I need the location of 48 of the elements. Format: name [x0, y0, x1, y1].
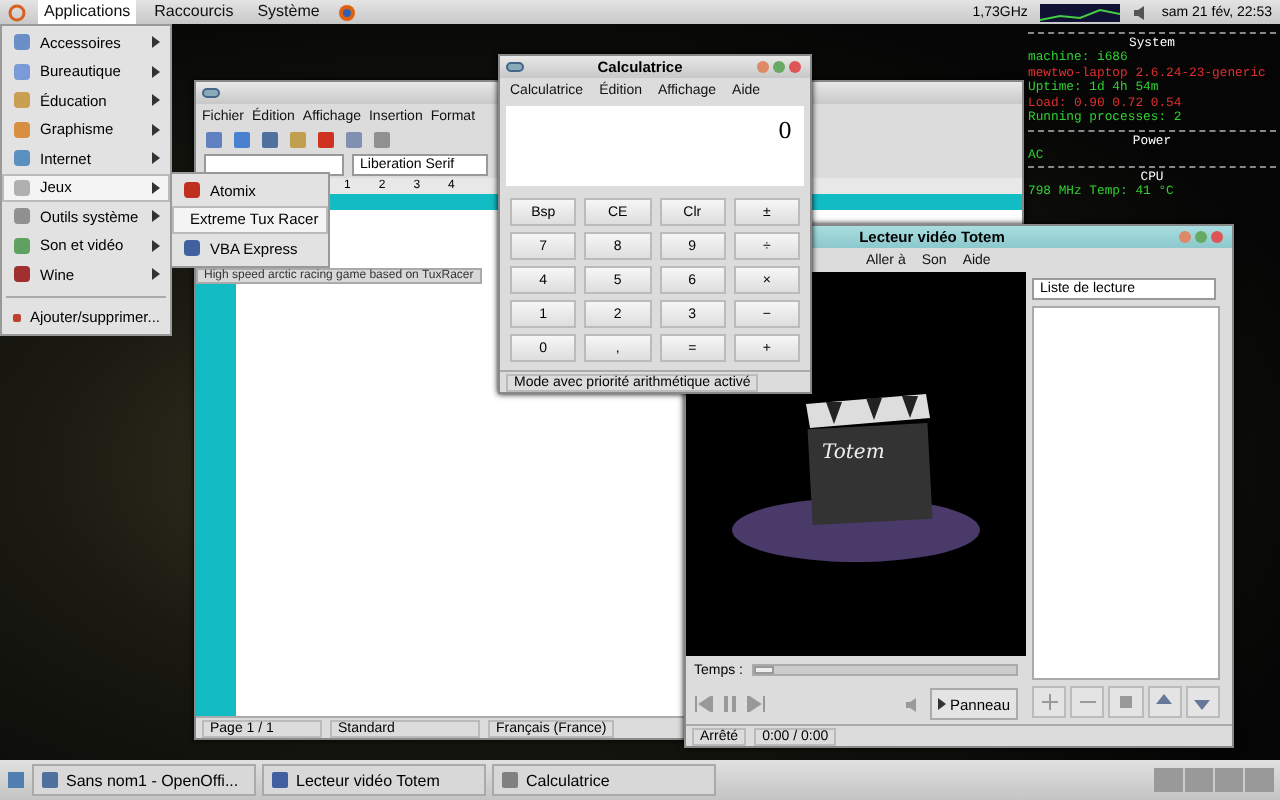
panel-menu[interactable]: Raccourcis — [148, 0, 240, 24]
app-icon — [12, 90, 32, 111]
caret-icon — [152, 239, 160, 252]
caret-icon — [152, 36, 160, 49]
app-icon — [12, 148, 32, 169]
seek-slider[interactable] — [753, 666, 775, 674]
window-menu-icon — [506, 62, 524, 72]
browser-icon[interactable] — [337, 3, 356, 21]
graph-icon — [1039, 3, 1120, 21]
window-controls-icon — [1178, 230, 1226, 244]
taskbar-button[interactable]: Calculatrice — [492, 764, 716, 796]
caret-icon — [152, 65, 160, 78]
caret-icon — [937, 698, 946, 710]
down-arrow-icon — [1194, 694, 1211, 710]
app-icon — [182, 180, 202, 201]
playlist-button[interactable] — [1032, 686, 1067, 718]
app-icon — [12, 177, 32, 198]
taskbar-button[interactable]: Lecteur vidéo Totem — [262, 764, 486, 796]
pause-icon[interactable] — [722, 696, 738, 712]
app-icon — [12, 32, 32, 53]
app-icon — [12, 206, 32, 227]
workspace-switcher-icon[interactable] — [1154, 768, 1274, 792]
app-icon — [12, 61, 32, 82]
playlist-button[interactable] — [1070, 686, 1105, 718]
caret-icon — [152, 210, 160, 223]
calculator-display: 0 — [506, 106, 804, 186]
caret-icon — [152, 181, 160, 194]
caret-icon — [152, 268, 160, 281]
caret-icon — [152, 94, 160, 107]
app-icon — [182, 238, 202, 259]
caret-icon — [152, 152, 160, 165]
app-icon — [12, 235, 32, 256]
caret-icon — [152, 123, 160, 136]
taskbar-button[interactable]: Sans nom1 - OpenOffi... — [32, 764, 256, 796]
up-arrow-icon — [1156, 694, 1173, 710]
window-menu-icon — [202, 88, 220, 98]
app-icon — [12, 119, 32, 140]
playlist-button[interactable] — [1108, 686, 1144, 718]
next-icon[interactable] — [746, 696, 766, 712]
window-controls-icon — [756, 60, 804, 74]
panel-menu[interactable]: Système — [251, 0, 326, 24]
panel-menu[interactable]: Applications — [38, 0, 137, 24]
add-icon — [1041, 694, 1058, 710]
app-icon — [12, 264, 32, 285]
playlist-button[interactable] — [1147, 686, 1182, 718]
previous-icon[interactable] — [694, 696, 714, 712]
distro-logo-icon[interactable] — [8, 3, 26, 21]
playlist-button[interactable] — [1185, 686, 1221, 718]
